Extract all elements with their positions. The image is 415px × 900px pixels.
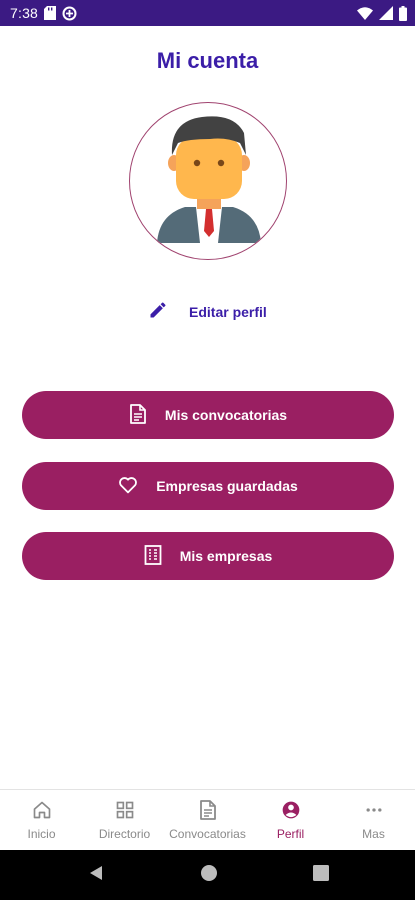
grid-icon [115,800,135,823]
avatar [129,102,287,260]
back-icon[interactable] [87,864,105,887]
page-title: Mi cuenta [156,48,259,73]
nav-label: Mas [362,827,385,841]
data-saver-icon [62,6,77,21]
mis-empresas-label: Mis empresas [179,548,273,564]
sd-card-icon [44,6,57,20]
status-left: 7:38 [10,5,77,21]
mis-convocatorias-button[interactable]: Mis convocatorias [22,391,394,439]
signal-icon [379,6,393,20]
document-icon [129,403,147,427]
status-bar: 7:38 [0,0,415,26]
nav-label: Inicio [27,827,56,841]
battery-icon [399,5,407,21]
recents-icon[interactable] [312,864,329,886]
nav-item-mas[interactable]: Mas [332,790,415,850]
wifi-icon [357,6,373,20]
status-right [357,5,407,21]
nav-item-perfil[interactable]: Perfil [249,790,332,850]
status-time: 7:38 [10,5,39,21]
home-button-icon[interactable] [200,864,218,887]
edit-profile-button[interactable]: Editar perfil [148,300,267,324]
businessman-avatar-icon [157,116,261,243]
account-circle-icon [281,800,301,823]
mis-empresas-button[interactable]: Mis empresas [22,532,394,580]
empresas-guardadas-button[interactable]: Empresas guardadas [22,462,394,510]
nav-item-directorio[interactable]: Directorio [83,790,166,850]
pencil-icon [148,300,168,325]
bottom-nav: Inicio Directorio Convocatorias Perfil M… [0,789,415,850]
nav-item-convocatorias[interactable]: Convocatorias [166,790,249,850]
edit-profile-label: Editar perfil [189,304,267,320]
nav-item-inicio[interactable]: Inicio [0,790,83,850]
empresas-guardadas-label: Empresas guardadas [156,478,298,494]
more-horizontal-icon [364,800,384,823]
heart-icon [118,476,138,497]
nav-label: Directorio [98,827,151,841]
home-icon [32,800,52,823]
system-nav-bar [0,850,415,900]
mis-convocatorias-label: Mis convocatorias [164,407,288,423]
document-icon [199,800,217,823]
nav-label: Convocatorias [169,827,246,841]
building-icon [144,544,162,568]
nav-label: Perfil [276,827,305,841]
